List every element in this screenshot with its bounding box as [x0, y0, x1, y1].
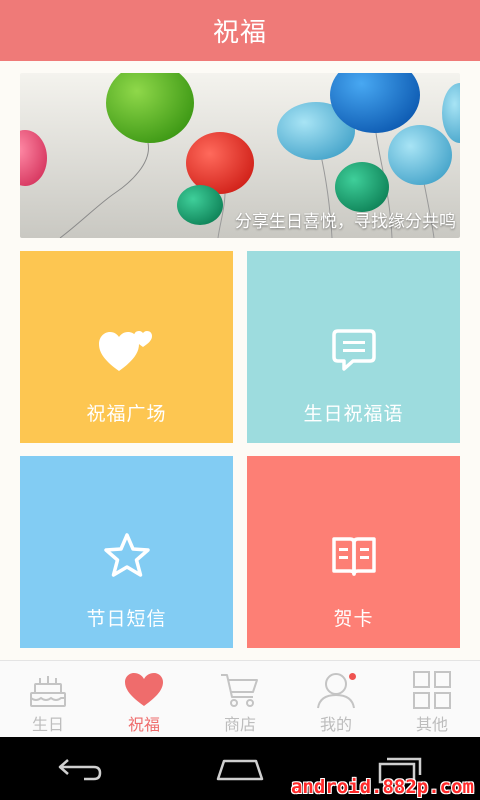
- tile-label: 节日短信: [86, 608, 167, 630]
- tab-label: 生日: [31, 715, 64, 734]
- page-title: 祝福: [212, 18, 267, 48]
- back-button[interactable]: [50, 749, 110, 789]
- tile-wish-square[interactable]: 祝福广场: [20, 251, 233, 443]
- tab-birthday[interactable]: 生日: [0, 661, 96, 737]
- tile-label: 生日祝福语: [303, 403, 404, 425]
- cake-icon: [28, 671, 68, 709]
- tab-other[interactable]: 其他: [384, 661, 480, 737]
- back-icon: [58, 758, 102, 780]
- book-icon: [324, 526, 384, 586]
- tab-wishes[interactable]: 祝福: [96, 661, 192, 737]
- tile-label: 贺卡: [333, 608, 374, 630]
- tab-label: 我的: [319, 715, 352, 734]
- tile-birthday-wishes[interactable]: 生日祝福语: [247, 251, 460, 443]
- star-icon: [97, 526, 157, 586]
- grid-icon: [412, 671, 452, 709]
- tab-label: 商店: [223, 715, 256, 734]
- tile-greeting-card[interactable]: 贺卡: [247, 456, 460, 648]
- chat-icon: [324, 321, 384, 381]
- banner-caption: 分享生日喜悦，寻找缘分共鸣: [235, 212, 456, 232]
- notification-dot: [349, 673, 356, 680]
- tile-label: 祝福广场: [86, 403, 167, 425]
- cart-icon: [220, 671, 260, 709]
- bottom-tab-bar: 生日 祝福 商店 我的 其他: [0, 660, 480, 737]
- tab-label: 其他: [415, 715, 448, 734]
- home-button[interactable]: [210, 749, 270, 789]
- heart-icon: [124, 671, 164, 709]
- tab-label: 祝福: [127, 715, 160, 734]
- tile-holiday-sms[interactable]: 节日短信: [20, 456, 233, 648]
- home-icon: [216, 759, 264, 780]
- watermark: android.882p.com: [290, 776, 474, 798]
- title-bar: 祝福: [0, 0, 480, 61]
- banner[interactable]: 分享生日喜悦，寻找缘分共鸣: [20, 73, 460, 238]
- tab-mine[interactable]: 我的: [288, 661, 384, 737]
- hearts-icon: [97, 321, 157, 381]
- tab-store[interactable]: 商店: [192, 661, 288, 737]
